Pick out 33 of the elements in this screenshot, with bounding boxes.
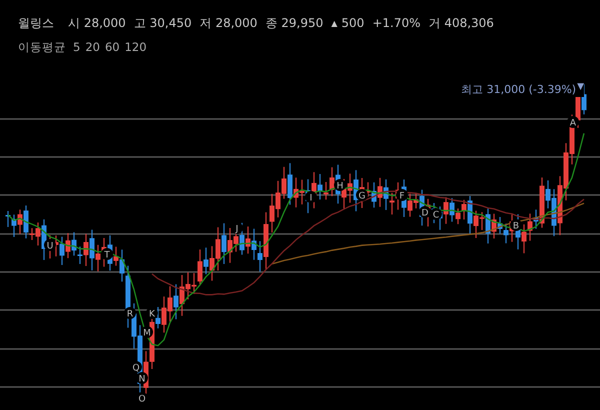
high-marker-icon: ▼	[577, 82, 584, 97]
stock-name: 윌링스	[18, 14, 54, 32]
change-percent: +1.70%	[372, 16, 420, 30]
chart-marker: A	[567, 116, 579, 128]
chart-marker: C	[430, 208, 442, 220]
chart-marker: I	[305, 191, 317, 204]
high-price-label: 최고 31,000 (-3.39%)	[461, 82, 576, 97]
chart-marker: G	[356, 189, 368, 202]
chart-marker: K	[146, 307, 158, 320]
change-amount: 500	[341, 16, 364, 30]
chart-marker: D	[419, 206, 431, 218]
price-field: 종 29,950	[265, 14, 324, 32]
legend-period: 20	[85, 40, 100, 56]
price-field: 고 30,450	[134, 14, 192, 32]
price-field: 시 28,000	[68, 14, 126, 32]
chart-marker: Q	[130, 361, 142, 374]
legend-period: 120	[124, 40, 147, 56]
legend-period: 5	[73, 40, 80, 56]
legend-title: 이동평균	[18, 40, 66, 56]
chart-marker: B	[510, 219, 522, 232]
volume-field: 거 408,306	[428, 14, 494, 32]
chart-marker: U	[44, 239, 56, 252]
chart-marker: F	[396, 189, 408, 202]
chart-marker: H	[334, 179, 346, 192]
legend-period: 60	[104, 40, 120, 56]
change-arrow-icon: ▲	[331, 18, 338, 28]
chart-marker: J	[231, 222, 243, 234]
chart-marker: T	[101, 248, 113, 260]
chart-marker: O	[136, 392, 148, 404]
chart-marker: M	[141, 326, 153, 338]
price-field: 저 28,000	[200, 14, 258, 32]
chart-marker: N	[136, 372, 148, 384]
chart-marker: R	[124, 307, 136, 320]
